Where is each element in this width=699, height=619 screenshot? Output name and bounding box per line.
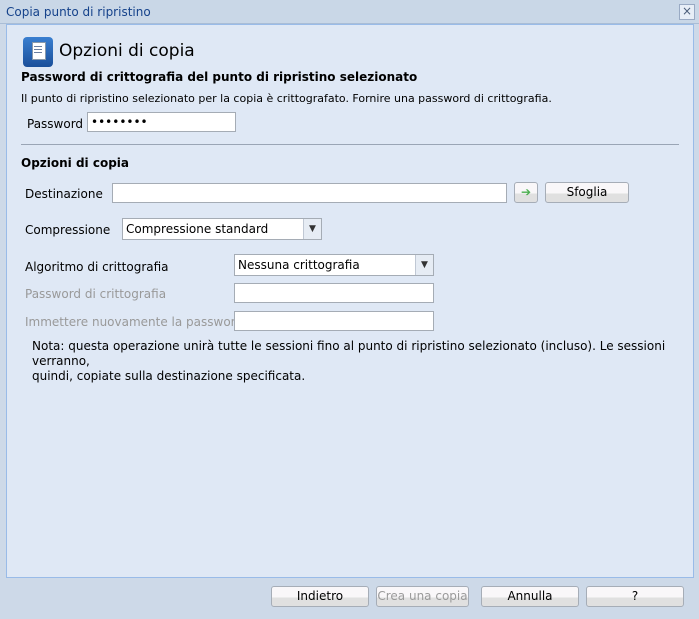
destination-label: Destinazione [25,187,103,201]
password-description: Il punto di ripristino selezionato per l… [21,92,552,105]
chevron-down-icon: ▼ [415,255,433,275]
dialog-body: Opzioni di copia Password di crittografi… [6,24,694,578]
create-copy-button[interactable]: Crea una copia [376,586,469,607]
destination-input[interactable] [112,183,507,203]
back-button[interactable]: Indietro [271,586,369,607]
password-label: Password [27,117,84,131]
copy-options-heading: Opzioni di copia [21,156,130,170]
browse-button[interactable]: Sfoglia [545,182,629,203]
page-title: Opzioni di copia [59,41,195,61]
go-arrow-button[interactable]: ➔ [514,182,538,203]
chevron-down-icon: ▼ [303,219,321,239]
compression-select[interactable]: Compressione standard ▼ [122,218,322,240]
password-section-heading: Password di crittografia del punto di ri… [21,70,418,84]
reenter-password-input[interactable] [234,311,434,331]
password-input[interactable] [87,112,236,132]
help-button[interactable]: ? [586,586,684,607]
cancel-button[interactable]: Annulla [481,586,579,607]
compression-label: Compressione [25,223,111,237]
reenter-password-label: Immettere nuovamente la password [25,315,244,329]
encryption-algorithm-select[interactable]: Nessuna crittografia ▼ [234,254,434,276]
close-button[interactable]: × [679,4,695,20]
encryption-algorithm-label: Algoritmo di crittografia [25,260,169,274]
note-text: Nota: questa operazione unirà tutte le s… [32,339,666,383]
divider [21,144,679,145]
copy-document-icon [23,37,53,67]
window-title: Copia punto di ripristino [6,5,151,19]
encryption-password-label: Password di crittografia [25,287,167,301]
arrow-right-icon: ➔ [520,185,532,199]
compression-value: Compressione standard [126,222,269,236]
title-bar: Copia punto di ripristino × [0,0,699,24]
encryption-password-input[interactable] [234,283,434,303]
encryption-algorithm-value: Nessuna crittografia [238,258,360,272]
